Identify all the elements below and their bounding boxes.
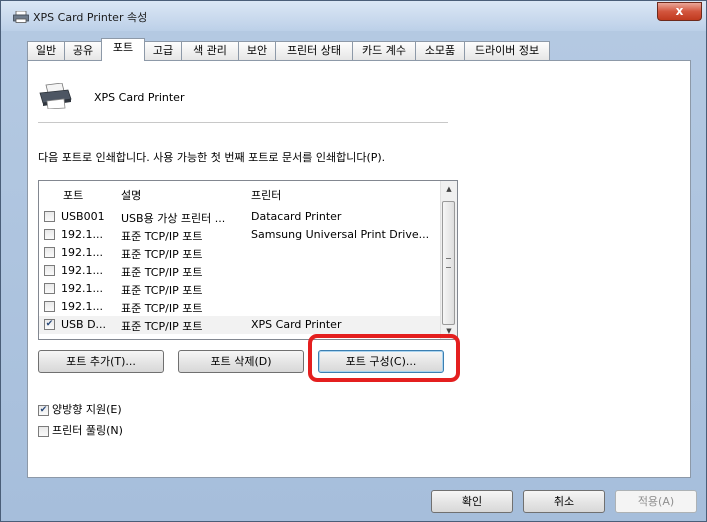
add-port-button[interactable]: 포트 추가(T)...: [38, 350, 164, 373]
port-desc: 표준 TCP/IP 포트: [121, 266, 203, 279]
delete-port-button[interactable]: 포트 삭제(D): [178, 350, 304, 373]
column-header-description[interactable]: 설명: [121, 187, 141, 203]
list-item[interactable]: 192.1... 표준 TCP/IP 포트: [39, 280, 443, 298]
cancel-button[interactable]: 취소: [523, 490, 605, 513]
port-printer: Samsung Universal Print Drive...: [251, 228, 430, 241]
properties-window: XPS Card Printer 속성 x 일반 공유 포트 고급 색 관리 보…: [0, 0, 707, 522]
ports-panel: XPS Card Printer 다음 포트로 인쇄합니다. 사용 가능한 첫 …: [27, 60, 691, 478]
port-name: 192.1...: [61, 282, 103, 295]
list-item[interactable]: 192.1... 표준 TCP/IP 포트 Samsung Universal …: [39, 226, 443, 244]
window-title: XPS Card Printer 속성: [33, 11, 148, 24]
port-checkbox[interactable]: [44, 283, 55, 294]
port-name: USB D...: [61, 318, 107, 331]
title-bar[interactable]: XPS Card Printer 속성 x: [1, 1, 706, 31]
port-checkbox[interactable]: [44, 301, 55, 312]
port-description: 다음 포트로 인쇄합니다. 사용 가능한 첫 번째 포트로 문서를 인쇄합니다(…: [38, 151, 386, 164]
bidirectional-support[interactable]: ✔ 양방향 지원(E): [38, 401, 122, 417]
tab-advanced[interactable]: 고급: [144, 41, 182, 60]
list-item[interactable]: 192.1... 표준 TCP/IP 포트: [39, 244, 443, 262]
list-item[interactable]: ✔ USB D... 표준 TCP/IP 포트 XPS Card Printer: [39, 316, 443, 334]
tab-card-count[interactable]: 카드 계수: [352, 41, 416, 60]
bidirectional-checkbox[interactable]: ✔: [38, 404, 49, 416]
close-button[interactable]: x: [657, 2, 702, 21]
port-name: 192.1...: [61, 264, 103, 277]
tab-general[interactable]: 일반: [27, 41, 65, 60]
port-desc: 표준 TCP/IP 포트: [121, 302, 203, 315]
ok-button[interactable]: 확인: [431, 490, 513, 513]
port-checkbox[interactable]: [44, 247, 55, 258]
port-desc: 표준 TCP/IP 포트: [121, 248, 203, 261]
list-item[interactable]: 192.1... 표준 TCP/IP 포트: [39, 262, 443, 280]
tab-supplies[interactable]: 소모품: [415, 41, 465, 60]
list-item[interactable]: 192.1... 표준 TCP/IP 포트: [39, 298, 443, 316]
port-name: 192.1...: [61, 228, 103, 241]
pooling-checkbox[interactable]: [38, 425, 49, 437]
port-name: USB001: [61, 210, 105, 223]
port-checkbox[interactable]: [44, 211, 55, 222]
port-printer: XPS Card Printer: [251, 318, 342, 331]
column-header-printer[interactable]: 프린터: [251, 187, 281, 203]
tab-printer-status[interactable]: 프린터 상태: [275, 41, 353, 60]
printer-pooling[interactable]: 프린터 풀링(N): [38, 422, 123, 438]
printer-name: XPS Card Printer: [94, 91, 185, 104]
printer-icon: [39, 83, 72, 109]
scroll-thumb[interactable]: [442, 201, 455, 325]
port-printer: Datacard Printer: [251, 210, 342, 223]
bidirectional-label: 양방향 지원(E): [52, 403, 122, 416]
port-checkbox[interactable]: [44, 265, 55, 276]
separator: [38, 122, 448, 123]
pooling-label: 프린터 풀링(N): [52, 424, 123, 437]
tab-sharing[interactable]: 공유: [64, 41, 102, 60]
column-header-port[interactable]: 포트: [63, 187, 83, 203]
list-header: 포트 설명 프린터: [39, 181, 443, 203]
port-name: 192.1...: [61, 246, 103, 259]
port-desc: 표준 TCP/IP 포트: [121, 320, 203, 333]
list-item[interactable]: USB001 USB용 가상 프린터 ... Datacard Printer: [39, 208, 443, 226]
port-name: 192.1...: [61, 300, 103, 313]
port-checkbox[interactable]: [44, 229, 55, 240]
port-desc: 표준 TCP/IP 포트: [121, 284, 203, 297]
tab-color-management[interactable]: 색 관리: [181, 41, 239, 60]
tab-security[interactable]: 보안: [238, 41, 276, 60]
highlight-annotation: [308, 334, 460, 382]
printer-icon: [13, 11, 29, 23]
tab-ports[interactable]: 포트: [101, 38, 145, 61]
port-desc: USB용 가상 프린터 ...: [121, 212, 226, 225]
apply-button[interactable]: 적용(A): [615, 490, 697, 513]
grip-icon: [446, 258, 451, 268]
list-scrollbar[interactable]: ▲ ▼: [440, 181, 457, 339]
port-desc: 표준 TCP/IP 포트: [121, 230, 203, 243]
port-list[interactable]: 포트 설명 프린터 USB001 USB용 가상 프린터 ... Datacar…: [38, 180, 458, 340]
port-checkbox[interactable]: ✔: [44, 319, 55, 330]
scroll-up-icon[interactable]: ▲: [441, 181, 457, 197]
tab-driver-info[interactable]: 드라이버 정보: [464, 41, 550, 60]
